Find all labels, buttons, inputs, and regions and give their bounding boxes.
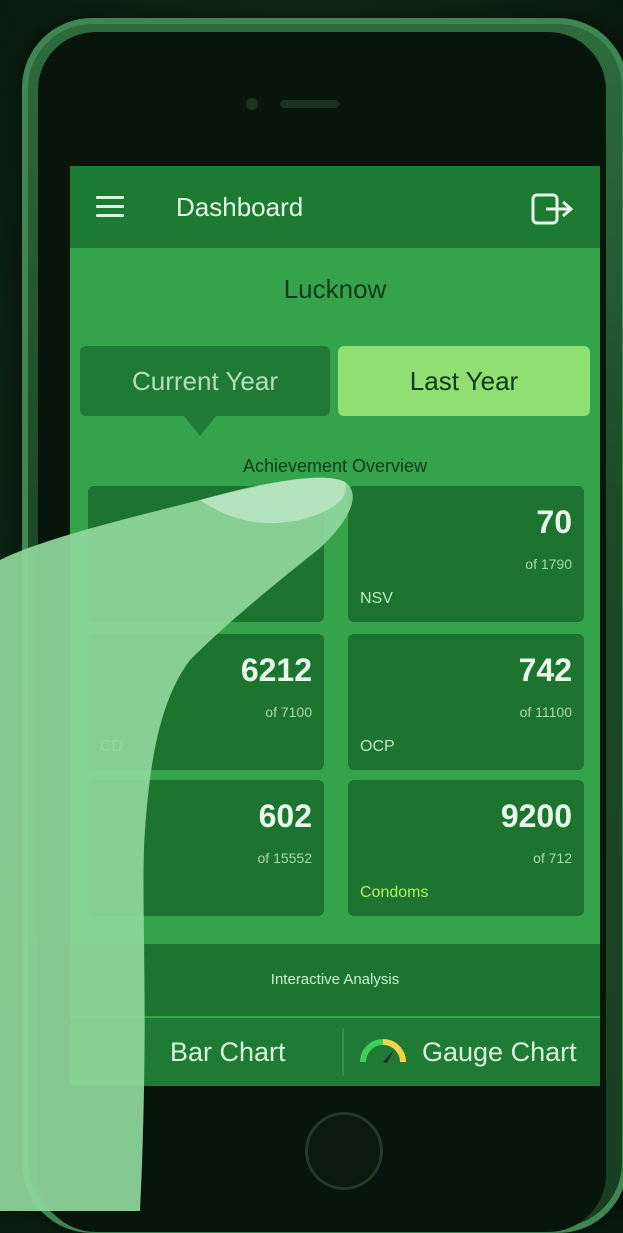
metric-value: 602 <box>258 798 312 834</box>
app-bar-title: Dashboard <box>176 192 304 222</box>
metric-card-ocp[interactable]: 742 of 11100 OCP <box>348 634 584 770</box>
metric-value: 70 <box>536 504 572 540</box>
location-title: Lucknow <box>283 274 387 304</box>
tab-last-year[interactable]: Last Year <box>338 346 590 416</box>
metric-label: CD <box>100 738 124 755</box>
logout-icon[interactable] <box>530 192 576 226</box>
metric-total: of 712 <box>533 850 572 866</box>
tab-current-year[interactable]: Current Year <box>80 346 330 416</box>
metric-value: 9200 <box>500 798 572 834</box>
front-camera <box>246 98 258 110</box>
metric-card-5[interactable]: 602 of 15552 <box>88 780 324 916</box>
metric-value: 742 <box>518 652 572 688</box>
metric-label: OCP <box>360 738 395 755</box>
metric-card-nsv[interactable]: 70 of 1790 NSV <box>348 486 584 622</box>
metric-total: of 11100 <box>519 704 572 720</box>
metric-card-condoms[interactable]: 9200 of 712 Condoms <box>348 780 584 916</box>
metric-total: of 1790 <box>525 556 572 572</box>
metric-value: 6212 <box>240 652 312 688</box>
metric-card-1[interactable] <box>88 486 324 622</box>
gauge-icon <box>360 1039 406 1063</box>
metric-total: of 7100 <box>265 704 312 720</box>
home-button[interactable] <box>305 1112 383 1190</box>
metric-total: of 15552 <box>257 850 313 866</box>
app-screen: Dashboard Lucknow Current Year Last Year… <box>70 166 600 1086</box>
metric-label: NSV <box>360 590 393 607</box>
app-bar: Dashboard <box>70 166 600 248</box>
metric-card-cd[interactable]: 6212 of 7100 CD <box>88 634 324 770</box>
earpiece-speaker <box>280 100 340 108</box>
achievement-overview-title: Achievement Overview <box>242 456 428 476</box>
bar-chart-button[interactable]: Bar Chart <box>170 1018 286 1086</box>
gauge-chart-button[interactable]: Gauge Chart <box>422 1018 577 1086</box>
metric-label: Condoms <box>360 884 429 901</box>
tab-divider <box>342 1028 344 1076</box>
tab-pointer-indicator <box>184 416 216 436</box>
chart-tabs: Bar Chart Gauge Chart <box>70 1018 600 1086</box>
hamburger-menu-icon[interactable] <box>96 196 124 217</box>
interactive-analysis-header: Interactive Analysis <box>70 944 600 1016</box>
